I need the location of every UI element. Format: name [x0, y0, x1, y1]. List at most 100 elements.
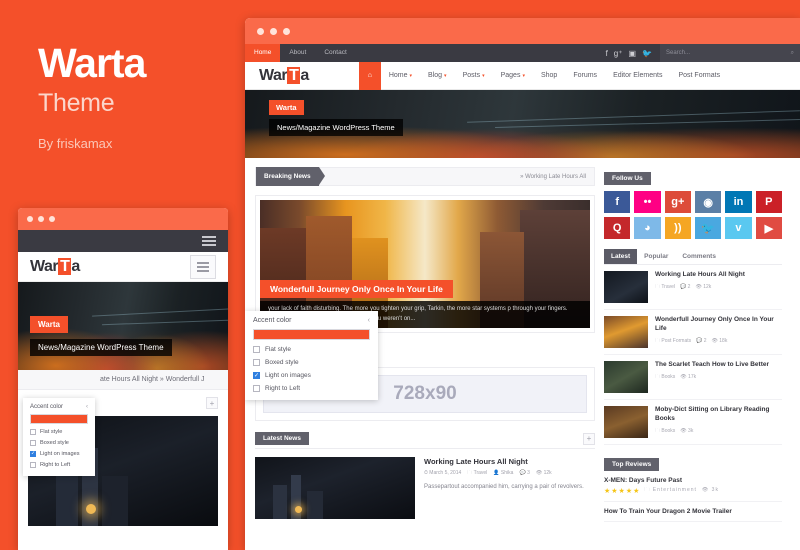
- post-category[interactable]: 🗀 Travel: [467, 470, 487, 478]
- flickr-icon[interactable]: ••: [634, 191, 661, 213]
- menu-item-editor-elements[interactable]: Editor Elements: [605, 62, 670, 90]
- list-item[interactable]: Working Late Hours All Night 🗀 Travel 💬 …: [604, 265, 782, 310]
- slider-title[interactable]: Wonderfull Journey Only Once In Your Lif…: [260, 280, 453, 298]
- menu-item-blog[interactable]: Blog ▾: [420, 62, 455, 90]
- list-item-meta: 🗀 Books 👁 3k: [655, 428, 782, 436]
- review-title[interactable]: How To Train Your Dragon 2 Movie Trailer: [604, 508, 782, 515]
- tab-comments[interactable]: Comments: [675, 249, 723, 264]
- window-maximize-dot[interactable]: [49, 216, 55, 222]
- mobile-option-flat-style[interactable]: Flat style: [30, 429, 88, 435]
- list-item-title[interactable]: The Scarlet Teach How to Live Better: [655, 361, 769, 370]
- quora-icon[interactable]: Q: [604, 217, 631, 239]
- expand-icon[interactable]: +: [583, 432, 595, 445]
- google-plus-icon[interactable]: g+: [664, 191, 691, 213]
- linkedin-icon[interactable]: in: [725, 191, 752, 213]
- mobile-site-logo[interactable]: War Ta: [30, 257, 80, 276]
- window-close-dot[interactable]: [27, 216, 33, 222]
- google-plus-icon[interactable]: g⁺: [614, 49, 623, 58]
- post-thumbnail[interactable]: [255, 457, 415, 519]
- list-item[interactable]: Wonderfull Journey Only Once In Your Lif…: [604, 310, 782, 355]
- mobile-accent-color-swatch[interactable]: [30, 414, 88, 424]
- checkbox-boxed-style[interactable]: [253, 359, 260, 366]
- option-flat-style[interactable]: Flat style: [253, 346, 370, 353]
- tab-popular[interactable]: Popular: [637, 249, 675, 264]
- window-minimize-dot[interactable]: [270, 27, 277, 35]
- review-rating: ★★★★★ 🗀 Entertainment 👁 3k: [604, 487, 782, 495]
- list-item-comments: 💬 2: [696, 337, 707, 344]
- checkbox-right-to-left[interactable]: [253, 385, 260, 392]
- instagram-icon[interactable]: ▣: [628, 49, 636, 58]
- site-logo[interactable]: War Ta: [245, 66, 309, 85]
- home-icon[interactable]: ⌂: [358, 61, 381, 90]
- chevron-left-icon[interactable]: ‹: [368, 317, 370, 324]
- facebook-icon[interactable]: f: [604, 191, 631, 213]
- menu-item-forums[interactable]: Forums: [565, 62, 605, 90]
- option-right-to-left[interactable]: Right to Left: [253, 385, 370, 392]
- rss-icon[interactable]: )): [664, 217, 691, 239]
- option-label: Light on images: [265, 372, 311, 379]
- list-item-thumbnail[interactable]: [604, 361, 648, 393]
- list-item-thumbnail[interactable]: [604, 316, 648, 348]
- twitter-icon[interactable]: 🐦: [695, 217, 722, 239]
- twitter-icon[interactable]: 🐦: [642, 49, 652, 58]
- window-close-dot[interactable]: [257, 27, 264, 35]
- checkbox-light-on-images[interactable]: [253, 372, 260, 379]
- topbar-link-contact[interactable]: Contact: [315, 44, 355, 62]
- review-item[interactable]: X-MEN: Days Future Past ★★★★★ 🗀 Entertai…: [604, 471, 782, 502]
- mobile-option-light-on-images[interactable]: Light on images: [30, 451, 88, 457]
- mobile-topbar: [18, 230, 228, 252]
- list-item-thumbnail[interactable]: [604, 271, 648, 303]
- list-item-title[interactable]: Wonderfull Journey Only Once In Your Lif…: [655, 316, 782, 334]
- list-item[interactable]: Moby-Dict Sitting on Library Reading Boo…: [604, 400, 782, 445]
- review-item[interactable]: How To Train Your Dragon 2 Movie Trailer: [604, 502, 782, 522]
- search-icon[interactable]: ⌕: [791, 50, 794, 57]
- window-maximize-dot[interactable]: [283, 27, 290, 35]
- youtube-icon[interactable]: ▶: [755, 217, 782, 239]
- list-item-views: 👁 17k: [680, 373, 697, 380]
- list-item-thumbnail[interactable]: [604, 406, 648, 438]
- breaking-news-ticker[interactable]: » Working Late Hours All: [520, 174, 594, 180]
- post-title[interactable]: Working Late Hours All Night: [424, 457, 584, 466]
- menu-item-shop[interactable]: Shop: [533, 62, 565, 90]
- mobile-preview-window: War Ta Warta News/Magazine WordPress Them…: [18, 208, 228, 550]
- promo-block: Warta Theme By friskamax: [38, 41, 146, 151]
- search-input[interactable]: Search... ⌕: [660, 44, 800, 62]
- menu-item-posts[interactable]: Posts ▾: [455, 62, 493, 90]
- chevron-left-icon[interactable]: ‹: [86, 404, 88, 410]
- topbar-link-home[interactable]: Home: [245, 44, 281, 62]
- menu-item-home[interactable]: Home ▾: [381, 62, 420, 90]
- topbar-link-about[interactable]: About: [280, 44, 315, 62]
- mobile-expand-icon[interactable]: +: [206, 397, 218, 409]
- checkbox-flat-style[interactable]: [253, 346, 260, 353]
- menu-item-pages[interactable]: Pages ▾: [493, 62, 533, 90]
- list-item[interactable]: The Scarlet Teach How to Live Better 🗀 B…: [604, 355, 782, 400]
- mobile-ticker[interactable]: ate Hours All Night » Wonderfull J: [18, 376, 205, 383]
- vimeo-icon[interactable]: v: [725, 217, 752, 239]
- facebook-icon[interactable]: f: [606, 49, 608, 58]
- mobile-option-boxed-style[interactable]: Boxed style: [30, 440, 88, 446]
- mobile-option-right-to-left[interactable]: Right to Left: [30, 462, 88, 468]
- option-light-on-images[interactable]: Light on images: [253, 372, 370, 379]
- hamburger-icon[interactable]: [202, 234, 216, 248]
- menu-item-post-formats[interactable]: Post Formats: [670, 62, 728, 90]
- instagram-icon[interactable]: ◉: [695, 191, 722, 213]
- option-boxed-style[interactable]: Boxed style: [253, 359, 370, 366]
- chevron-down-icon: ▾: [522, 72, 525, 79]
- window-minimize-dot[interactable]: [38, 216, 44, 222]
- checkbox-light-on-images[interactable]: [30, 451, 36, 457]
- option-label: Right to Left: [265, 385, 301, 392]
- latest-news-post[interactable]: Working Late Hours All Night ⏱ March 5, …: [255, 457, 595, 519]
- tab-latest[interactable]: Latest: [604, 249, 638, 264]
- list-item-title[interactable]: Working Late Hours All Night: [655, 271, 745, 280]
- checkbox-right-to-left[interactable]: [30, 462, 36, 468]
- mobile-window-titlebar: [18, 208, 228, 230]
- pinterest-icon[interactable]: P: [755, 191, 782, 213]
- accent-color-swatch[interactable]: [253, 329, 370, 340]
- mobile-menu-button[interactable]: [190, 254, 216, 279]
- review-title[interactable]: X-MEN: Days Future Past: [604, 477, 782, 484]
- checkbox-boxed-style[interactable]: [30, 440, 36, 446]
- decor-light: [295, 506, 302, 513]
- list-item-title[interactable]: Moby-Dict Sitting on Library Reading Boo…: [655, 406, 782, 424]
- reddit-icon[interactable]: ◕: [634, 217, 661, 239]
- checkbox-flat-style[interactable]: [30, 429, 36, 435]
